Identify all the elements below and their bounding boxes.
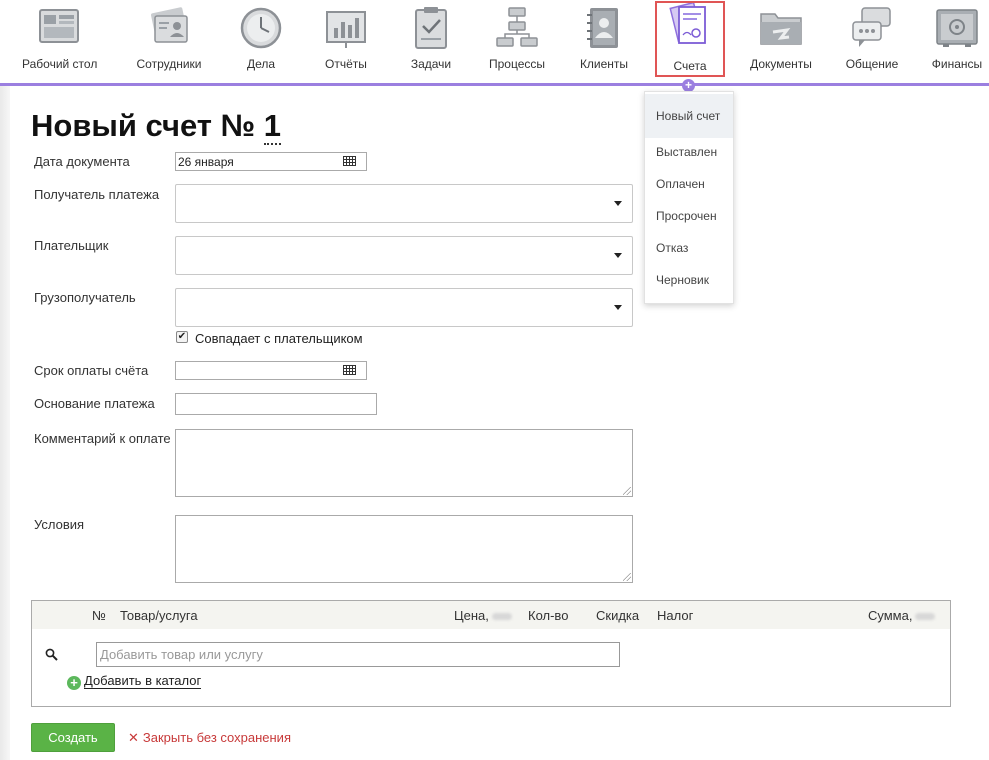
col-price-label: Цена,	[454, 608, 489, 623]
nav-label: Счета	[673, 59, 707, 73]
nav-accent-bar	[0, 83, 989, 86]
calendar-icon[interactable]	[343, 365, 356, 375]
nav-item-processes[interactable]: Процессы	[484, 0, 550, 80]
invoices-icon	[669, 3, 706, 44]
nav-label: Дела	[246, 57, 276, 71]
menu-item-new-invoice[interactable]: Новый счет	[645, 94, 733, 138]
top-navigation: Рабочий стол Сотрудники Дела Отчёты Зада…	[0, 0, 989, 86]
menu-item-overdue[interactable]: Просрочен	[645, 200, 733, 232]
recipient-select[interactable]	[175, 184, 633, 223]
search-icon	[45, 648, 58, 661]
menu-item-paid[interactable]: Оплачен	[645, 168, 733, 200]
nav-item-documents[interactable]: Документы	[746, 0, 816, 80]
doc-date-value: 26 января	[178, 155, 234, 169]
page-title: Новый счет № 1	[31, 108, 282, 145]
nav-label: Сотрудники	[136, 57, 202, 71]
payment-comment-label: Комментарий к оплате	[34, 431, 171, 446]
nav-item-desktop[interactable]: Рабочий стол	[22, 0, 98, 80]
due-date-label: Срок оплаты счёта	[34, 363, 149, 378]
nav-item-reports[interactable]: Отчёты	[318, 0, 374, 80]
nav-item-finance[interactable]: Финансы	[928, 0, 986, 80]
due-date-input[interactable]	[175, 361, 367, 380]
nav-label: Документы	[750, 57, 812, 71]
nav-item-tasks[interactable]: Задачи	[406, 0, 456, 80]
resize-grip-icon[interactable]	[623, 573, 631, 581]
invoices-dropdown-menu: Новый счет Выставлен Оплачен Просрочен О…	[644, 91, 734, 304]
add-to-catalog-link[interactable]: + Добавить в каталог	[67, 673, 202, 690]
menu-item-issued[interactable]: Выставлен	[645, 136, 733, 168]
col-tax: Налог	[657, 608, 694, 623]
close-without-saving-link[interactable]: ✕ Закрыть без сохранения	[128, 730, 291, 746]
nav-label: Отчёты	[325, 57, 367, 71]
nav-item-tasks-deals[interactable]: Дела	[236, 0, 286, 80]
clock-icon	[240, 7, 282, 49]
col-price: Цена,	[454, 608, 512, 623]
col-item: Товар/услуга	[120, 608, 198, 623]
nav-label: Финансы	[931, 57, 983, 71]
items-table: № Товар/услуга Цена, Кол-во Скидка Налог…	[31, 600, 951, 707]
page-title-text: Новый счет №	[31, 108, 256, 143]
consignee-label: Грузополучатель	[34, 290, 136, 305]
nav-item-clients[interactable]: Клиенты	[576, 0, 632, 80]
payment-basis-input[interactable]	[175, 393, 377, 415]
same-as-payer-label: Совпадает с плательщиком	[195, 331, 363, 346]
payment-basis-label: Основание платежа	[34, 396, 155, 411]
nav-label: Общение	[845, 57, 899, 71]
safe-icon	[936, 9, 978, 47]
reports-chart-icon	[326, 11, 366, 48]
menu-item-draft[interactable]: Черновик	[645, 264, 733, 296]
close-without-saving-label: Закрыть без сохранения	[142, 730, 291, 745]
close-icon: ✕	[128, 730, 139, 745]
recipient-label: Получатель платежа	[34, 187, 160, 202]
resize-grip-icon[interactable]	[623, 487, 631, 495]
col-number: №	[92, 608, 106, 623]
employees-icon	[151, 7, 188, 43]
terms-textarea[interactable]	[175, 515, 633, 583]
col-qty: Кол-во	[528, 608, 569, 623]
nav-item-employees[interactable]: Сотрудники	[131, 0, 207, 80]
chat-bubbles-icon	[852, 7, 891, 47]
nav-item-invoices[interactable]: Счета	[655, 1, 725, 77]
consignee-select[interactable]	[175, 288, 633, 327]
desktop-icon	[39, 9, 79, 43]
contacts-book-icon	[587, 8, 618, 48]
plus-circle-icon: +	[67, 676, 81, 690]
nav-label: Процессы	[488, 57, 545, 71]
create-button[interactable]: Создать	[31, 723, 115, 752]
chevron-down-icon	[614, 305, 622, 310]
nav-label: Рабочий стол	[22, 57, 98, 71]
nav-label: Задачи	[410, 57, 452, 71]
terms-label: Условия	[34, 517, 85, 532]
clipboard-check-icon	[415, 7, 447, 49]
col-sum: Сумма,	[868, 608, 936, 623]
payment-comment-textarea[interactable]	[175, 429, 633, 497]
menu-item-rejected[interactable]: Отказ	[645, 232, 733, 264]
folder-icon	[760, 13, 802, 45]
currency-blurred	[491, 613, 512, 621]
left-edge-shadow	[0, 86, 10, 760]
currency-blurred	[915, 613, 936, 621]
add-to-catalog-label: Добавить в каталог	[84, 673, 202, 689]
items-table-header: № Товар/услуга Цена, Кол-во Скидка Налог…	[32, 601, 950, 629]
flowchart-icon	[496, 7, 538, 47]
payer-select[interactable]	[175, 236, 633, 275]
chevron-down-icon	[614, 253, 622, 258]
calendar-icon[interactable]	[343, 156, 356, 166]
nav-label: Клиенты	[579, 57, 629, 71]
col-discount: Скидка	[596, 608, 640, 623]
invoice-number[interactable]: 1	[263, 108, 282, 145]
doc-date-input[interactable]: 26 января	[175, 152, 367, 171]
doc-date-label: Дата документа	[34, 154, 130, 169]
nav-item-communication[interactable]: Общение	[843, 0, 901, 80]
col-sum-label: Сумма,	[868, 608, 913, 623]
payer-label: Плательщик	[34, 238, 109, 253]
same-as-payer-checkbox[interactable]: ✔	[176, 331, 188, 343]
chevron-down-icon	[614, 201, 622, 206]
add-item-input[interactable]: Добавить товар или услугу	[96, 642, 620, 667]
